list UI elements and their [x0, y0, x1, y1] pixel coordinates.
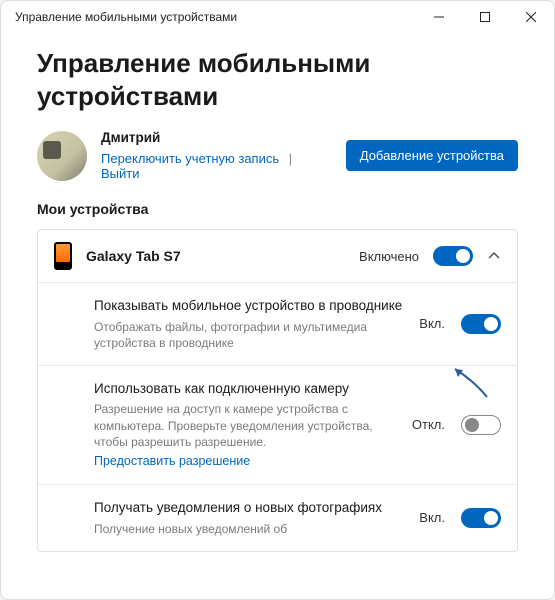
- titlebar: Управление мобильными устройствами: [1, 1, 554, 33]
- setting-title: Получать уведомления о новых фотографиях: [94, 499, 403, 517]
- device-header[interactable]: Galaxy Tab S7 Включено: [38, 230, 517, 282]
- setting-photo-notifications: Получать уведомления о новых фотографиях…: [38, 484, 517, 551]
- device-toggle[interactable]: [433, 246, 473, 266]
- add-device-button[interactable]: Добавление устройства: [346, 140, 518, 171]
- setting-desc: Получение новых уведомлений об: [94, 521, 403, 537]
- switch-account-link[interactable]: Переключить учетную запись: [101, 151, 279, 166]
- setting-camera: Использовать как подключенную камеру Раз…: [38, 365, 517, 484]
- setting-status: Откл.: [412, 417, 445, 432]
- setting-explorer: Показывать мобильное устройство в провод…: [38, 282, 517, 365]
- content-area: Управление мобильными устройствами Дмитр…: [1, 33, 554, 599]
- close-icon: [526, 12, 536, 22]
- photo-toggle[interactable]: [461, 508, 501, 528]
- camera-toggle[interactable]: [461, 415, 501, 435]
- window-title: Управление мобильными устройствами: [15, 10, 237, 24]
- setting-text: Получать уведомления о новых фотографиях…: [94, 499, 403, 537]
- setting-status: Вкл.: [419, 316, 445, 331]
- minimize-button[interactable]: [416, 1, 462, 33]
- grant-permission-link[interactable]: Предоставить разрешение: [94, 454, 250, 468]
- explorer-toggle[interactable]: [461, 314, 501, 334]
- avatar: [37, 131, 87, 181]
- window: Управление мобильными устройствами Управ…: [0, 0, 555, 600]
- user-info: Дмитрий Переключить учетную запись | Вый…: [101, 130, 332, 181]
- maximize-button[interactable]: [462, 1, 508, 33]
- user-row: Дмитрий Переключить учетную запись | Вый…: [37, 130, 518, 181]
- setting-title: Использовать как подключенную камеру: [94, 380, 396, 398]
- setting-text: Показывать мобильное устройство в провод…: [94, 297, 403, 351]
- setting-desc: Разрешение на доступ к камере устройства…: [94, 401, 396, 450]
- device-status: Включено: [359, 249, 419, 264]
- page-title: Управление мобильными устройствами: [37, 47, 518, 112]
- close-button[interactable]: [508, 1, 554, 33]
- user-name: Дмитрий: [101, 130, 332, 145]
- user-links: Переключить учетную запись | Выйти: [101, 151, 332, 181]
- tablet-icon: [54, 242, 72, 270]
- window-controls: [416, 1, 554, 33]
- device-name: Galaxy Tab S7: [86, 248, 345, 264]
- setting-desc: Отображать файлы, фотографии и мультимед…: [94, 319, 403, 351]
- setting-title: Показывать мобильное устройство в провод…: [94, 297, 403, 315]
- maximize-icon: [480, 12, 490, 22]
- setting-status: Вкл.: [419, 510, 445, 525]
- setting-text: Использовать как подключенную камеру Раз…: [94, 380, 396, 470]
- minimize-icon: [434, 12, 444, 22]
- link-separator: |: [289, 151, 292, 166]
- chevron-up-icon[interactable]: [487, 249, 501, 263]
- signout-link[interactable]: Выйти: [101, 166, 140, 181]
- device-card: Galaxy Tab S7 Включено Показывать мобиль…: [37, 229, 518, 552]
- section-title: Мои устройства: [37, 201, 518, 217]
